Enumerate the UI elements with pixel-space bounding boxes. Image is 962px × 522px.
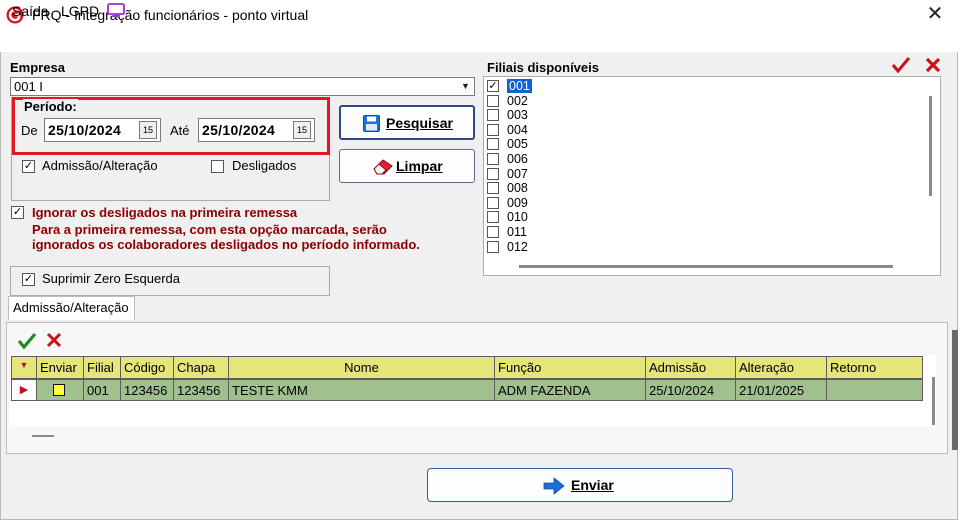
filial-code: 003 — [507, 108, 528, 123]
filial-checkbox[interactable] — [487, 182, 499, 195]
column-header[interactable]: Chapa — [173, 356, 229, 379]
enviar-label: Enviar — [571, 477, 614, 493]
filial-checkbox[interactable] — [487, 138, 499, 151]
grid-cell-admissao[interactable]: 25/10/2024 — [645, 379, 736, 401]
filiais-horizontal-scrollbar[interactable] — [519, 265, 893, 268]
menu-saida[interactable]: Saída — [12, 3, 49, 19]
column-header[interactable]: Admissão — [645, 356, 736, 379]
empresa-select[interactable]: 001 I ▼ — [10, 77, 475, 96]
row-indicator-icon: ▶ — [11, 379, 37, 401]
eraser-icon — [373, 159, 393, 175]
filiais-vertical-scrollbar[interactable] — [929, 96, 932, 196]
column-header[interactable]: Função — [494, 356, 646, 379]
filial-checkbox[interactable] — [487, 196, 499, 209]
date-from-value: 25/10/2024 — [48, 122, 122, 138]
grid-cell-alteracao[interactable]: 21/01/2025 — [735, 379, 827, 401]
grid-cell-codigo[interactable]: 123456 — [120, 379, 174, 401]
check-icon[interactable] — [891, 56, 911, 74]
grid-cell-nome[interactable]: TESTE KMM — [228, 379, 495, 401]
empresa-value: 001 I — [14, 79, 43, 94]
column-header[interactable]: Filial — [83, 356, 121, 379]
filial-checkbox[interactable] — [487, 167, 499, 180]
filial-code: 011 — [507, 225, 527, 239]
filial-code: 001 — [507, 79, 532, 93]
filial-checkbox[interactable] — [487, 94, 499, 107]
enviar-button[interactable]: Enviar — [427, 468, 733, 502]
desligados-checkbox[interactable] — [211, 160, 224, 173]
floppy-disk-icon — [363, 115, 380, 132]
date-from-field[interactable]: 25/10/2024 15 — [44, 118, 161, 142]
grid-vertical-scrollbar[interactable] — [932, 377, 935, 425]
column-header[interactable]: Nome — [228, 356, 495, 379]
filial-checkbox[interactable] — [487, 226, 499, 238]
filial-checkbox[interactable] — [487, 240, 499, 253]
admissao-checkbox[interactable]: ✓ — [22, 160, 35, 173]
period-legend: Período: — [23, 99, 78, 114]
suprimir-checkbox[interactable]: ✓ — [22, 273, 35, 286]
check-icon[interactable] — [17, 332, 37, 350]
filial-code: 009 — [507, 195, 528, 210]
limpar-button[interactable]: Limpar — [339, 149, 475, 183]
enviar-cell[interactable] — [36, 379, 84, 401]
grid-cell-funcao[interactable]: ADM FAZENDA — [494, 379, 646, 401]
grid-cell-chapa[interactable]: 123456 — [173, 379, 229, 401]
column-header[interactable]: Alteração — [735, 356, 827, 379]
pesquisar-button[interactable]: Pesquisar — [339, 105, 475, 140]
arrow-right-icon — [543, 477, 565, 495]
pesquisar-label: Pesquisar — [386, 115, 453, 131]
filiais-label: Filiais disponíveis — [487, 60, 599, 75]
filial-checkbox[interactable] — [487, 211, 499, 224]
calendar-icon[interactable]: 15 — [139, 121, 157, 139]
filial-checkbox[interactable]: ✓ — [487, 80, 499, 92]
filiais-list[interactable]: ✓ 001 002 003 004 005 006 007 008 009 010 011 012 — [483, 76, 941, 276]
filial-code: 008 — [507, 181, 528, 196]
admissao-label: Admissão/Alteração — [42, 158, 158, 173]
filial-code: 012 — [507, 239, 528, 254]
column-header[interactable]: Retorno — [826, 356, 923, 379]
suprimir-label: Suprimir Zero Esquerda — [42, 271, 180, 286]
grid-cell-retorno[interactable] — [826, 379, 923, 401]
enviar-checkbox[interactable] — [53, 384, 65, 396]
date-to-value: 25/10/2024 — [202, 122, 276, 138]
date-to-field[interactable]: 25/10/2024 15 — [198, 118, 315, 142]
menu-bar — [0, 30, 958, 52]
menu-lgpd[interactable]: LGPD — [61, 3, 99, 19]
empresa-label: Empresa — [10, 60, 65, 75]
column-header[interactable]: Enviar — [36, 356, 84, 379]
filial-code: 007 — [507, 166, 528, 181]
column-header[interactable]: Código — [120, 356, 174, 379]
limpar-label: Limpar — [396, 158, 443, 174]
calendar-icon[interactable]: 15 — [293, 121, 311, 139]
monitor-icon[interactable] — [107, 3, 125, 18]
grid-cell-filial[interactable]: 001 — [83, 379, 121, 401]
filial-checkbox[interactable] — [487, 123, 499, 136]
date-from-label: De — [21, 123, 38, 138]
ignorar-note-line1: Para a primeira remessa, com esta opção … — [32, 222, 387, 237]
ignorar-note-line2: ignorados os colaboradores desligados no… — [32, 237, 420, 252]
filial-code: 002 — [507, 93, 528, 108]
date-to-label: Até — [170, 123, 190, 138]
x-icon[interactable] — [924, 56, 942, 74]
ignorar-checkbox[interactable]: ✓ — [11, 206, 24, 219]
filial-code: 005 — [507, 137, 528, 152]
chevron-down-icon[interactable]: ▼ — [11, 356, 37, 379]
grid-horizontal-scrollbar[interactable] — [32, 435, 54, 437]
filial-code: 006 — [507, 152, 528, 166]
window-edge-scrollbar[interactable] — [952, 330, 958, 450]
filial-code: 010 — [507, 210, 528, 225]
x-icon[interactable] — [46, 332, 62, 348]
desligados-label: Desligados — [232, 158, 297, 173]
filial-checkbox[interactable] — [487, 153, 499, 165]
filial-checkbox[interactable] — [487, 109, 499, 122]
tab-admissao-alteracao[interactable]: Admissão/Alteração — [8, 296, 135, 320]
filial-code: 004 — [507, 122, 528, 137]
chevron-down-icon[interactable]: ▼ — [457, 78, 474, 95]
close-button[interactable]: ✕ — [920, 3, 950, 27]
ignorar-label: Ignorar os desligados na primeira remess… — [32, 205, 298, 220]
